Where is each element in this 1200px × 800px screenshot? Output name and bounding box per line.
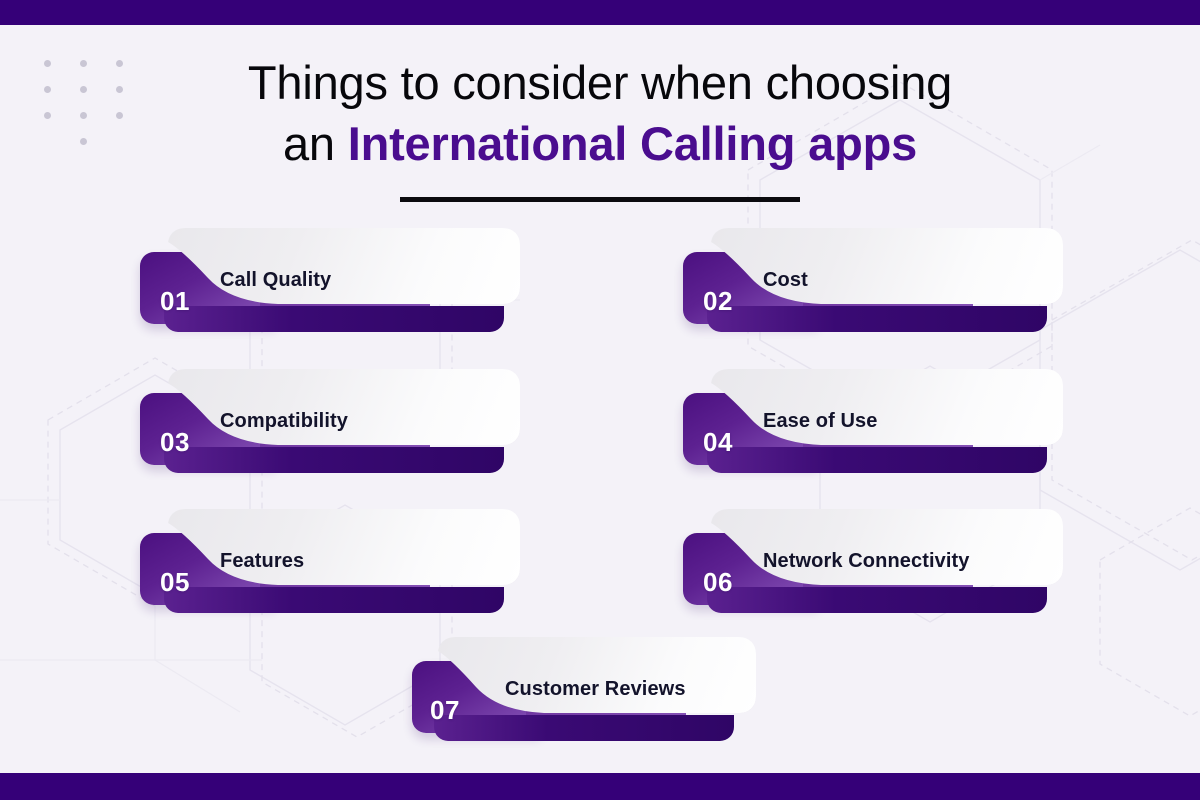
card-bottom-strip (164, 447, 504, 473)
card-label: Features (220, 550, 305, 572)
card-label: Cost (763, 269, 808, 291)
title-accent-text: International Calling apps (347, 117, 918, 170)
list-item[interactable]: 06 Network Connectivity (683, 509, 1063, 613)
list-item[interactable]: 07 Customer Reviews (412, 637, 760, 741)
card-label: Network Connectivity (763, 550, 970, 572)
card-label: Call Quality (220, 269, 332, 291)
card-number: 04 (703, 427, 733, 457)
card-bottom-strip (707, 447, 1047, 473)
card-bottom-strip (707, 587, 1047, 613)
bottom-accent-bar (0, 773, 1200, 800)
list-item[interactable]: 05 Features (140, 509, 520, 613)
card-label: Compatibility (220, 410, 348, 432)
card-number: 06 (703, 567, 733, 597)
title-line-1: Things to consider when choosing (247, 56, 953, 109)
top-accent-bar (0, 0, 1200, 25)
card-bottom-strip (164, 587, 504, 613)
page-title: Things to consider when choosing an Inte… (0, 52, 1200, 202)
list-item[interactable]: 02 Cost (683, 228, 1063, 332)
title-line-2-prefix: an (282, 117, 348, 170)
list-item[interactable]: 04 Ease of Use (683, 369, 1063, 473)
card-bottom-strip (707, 306, 1047, 332)
card-number: 02 (703, 286, 733, 316)
list-item[interactable]: 01 Call Quality (140, 228, 520, 332)
card-label: Customer Reviews (505, 678, 686, 700)
list-item[interactable]: 03 Compatibility (140, 369, 520, 473)
title-line-2: an International Calling apps (0, 113, 1200, 174)
title-underline (400, 197, 800, 202)
card-number: 03 (160, 427, 190, 457)
card-label: Ease of Use (763, 410, 878, 432)
card-number: 05 (160, 567, 190, 597)
card-number: 01 (160, 286, 190, 316)
card-bottom-strip (164, 306, 504, 332)
card-bottom-strip (434, 715, 734, 741)
card-number: 07 (430, 695, 460, 725)
